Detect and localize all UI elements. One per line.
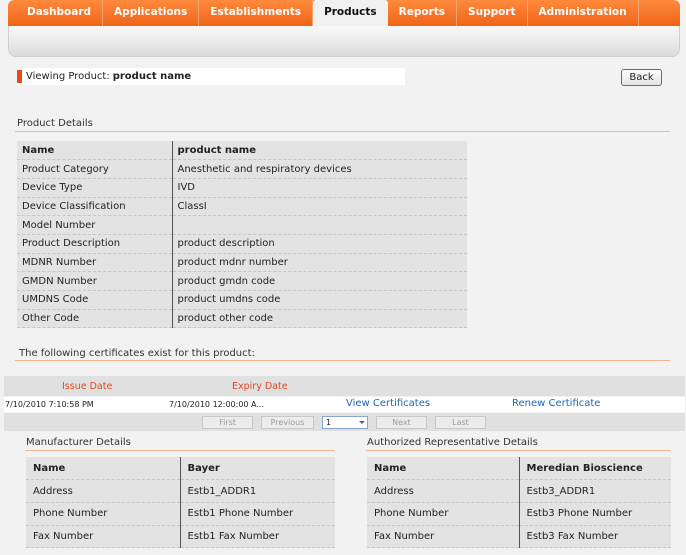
manufacturer-details-table: Name Bayer Address Estb1_ADDR1 Phone Number E…	[26, 457, 335, 549]
field-label: Name	[26, 457, 181, 481]
top-navigation: Dashboard Applications Establishments Pr…	[8, 0, 680, 60]
issue-date-cell: 7/10/2010 7:10:58 PM	[5, 400, 94, 409]
field-value: product name	[172, 141, 467, 161]
field-value: Estb1_ADDR1	[180, 479, 335, 503]
field-label: GMDN Number	[17, 271, 173, 291]
field-label: Phone Number	[367, 502, 520, 526]
column-header-expiry-date[interactable]: Expiry Date	[232, 381, 288, 392]
page-select[interactable]: 1	[322, 416, 368, 429]
tab-applications[interactable]: Applications	[103, 0, 200, 26]
table-row: Device Classification ClassI	[17, 197, 467, 217]
table-row: Product Category Anesthetic and respirato…	[17, 159, 467, 179]
field-label: Device Classification	[17, 197, 173, 217]
table-row: Model Number	[17, 215, 467, 235]
table-row: Other Code product other code	[17, 309, 467, 329]
back-button[interactable]: Back	[621, 69, 662, 86]
sub-navigation-bar	[8, 26, 680, 57]
tab-reports[interactable]: Reports	[388, 0, 458, 26]
field-label: Name	[367, 457, 520, 481]
viewing-product-name: product name	[112, 71, 192, 82]
field-label: UMDNS Code	[17, 290, 173, 310]
field-value: product umdns code	[172, 290, 467, 310]
table-row: Address Estb3_ADDR1	[367, 479, 671, 503]
table-row: Fax Number Estb1 Fax Number	[26, 525, 335, 549]
field-label: Device Type	[17, 178, 173, 198]
table-row: Name Bayer	[26, 457, 335, 481]
manufacturer-details-title: Manufacturer Details	[26, 437, 131, 448]
divider	[15, 131, 670, 132]
field-value: IVD	[172, 178, 467, 198]
field-label: Address	[26, 479, 181, 503]
previous-page-button[interactable]: Previous	[261, 416, 314, 429]
table-row: Name product name	[17, 141, 467, 161]
field-label: Model Number	[17, 215, 173, 235]
pagination-bar: First Previous 1 Next Last	[4, 413, 685, 431]
table-row: Phone Number Estb1 Phone Number	[26, 502, 335, 526]
field-value: Anesthetic and respiratory devices	[172, 159, 467, 179]
page-select-value: 1	[326, 418, 332, 427]
tab-dashboard[interactable]: Dashboard	[8, 0, 104, 26]
last-page-button[interactable]: Last	[435, 416, 486, 429]
field-label: Address	[367, 479, 520, 503]
field-value: Estb3 Fax Number	[519, 525, 671, 549]
field-value: Meredian Bioscience	[519, 457, 671, 481]
field-label: MDNR Number	[17, 253, 173, 273]
field-label: Fax Number	[26, 525, 181, 549]
field-value: product other code	[172, 309, 467, 329]
field-value: Estb3 Phone Number	[519, 502, 671, 526]
field-value: Estb1 Phone Number	[180, 502, 335, 526]
table-row: 7/10/2010 7:10:58 PM 7/10/2010 12:00:00 …	[4, 397, 685, 412]
tab-administration[interactable]: Administration	[528, 0, 639, 26]
viewing-label: Viewing Product:	[26, 71, 110, 82]
field-label: Name	[17, 141, 173, 161]
first-page-button[interactable]: First	[202, 416, 253, 429]
expiry-date-cell: 7/10/2010 12:00:00 A...	[169, 400, 264, 409]
divider	[15, 360, 670, 361]
renew-certificate-link[interactable]: Renew Certificate	[512, 398, 600, 409]
field-value: product mdnr number	[172, 253, 467, 273]
representative-details-table: Name Meredian Bioscience Address Estb3_ADDR…	[367, 457, 671, 549]
field-label: Other Code	[17, 309, 173, 329]
tab-products[interactable]: Products	[313, 0, 388, 26]
field-value: Bayer	[180, 457, 335, 481]
product-details-table: Name product name Product Category Anesthet…	[17, 141, 467, 329]
table-row: Phone Number Estb3 Phone Number	[367, 502, 671, 526]
divider	[366, 450, 671, 451]
field-value: Estb3_ADDR1	[519, 479, 671, 503]
certificates-table-header: Issue Date Expiry Date	[4, 376, 685, 396]
field-value: ClassI	[172, 197, 467, 217]
tab-establishments[interactable]: Establishments	[199, 0, 314, 26]
field-value: product gmdn code	[172, 271, 467, 291]
view-certificates-link[interactable]: View Certificates	[346, 398, 430, 409]
table-row: UMDNS Code product umdns code	[17, 290, 467, 310]
field-value	[172, 215, 467, 235]
viewing-product-header: Viewing Product: product name	[17, 68, 405, 85]
field-value: product description	[172, 234, 467, 254]
chevron-down-icon	[359, 421, 365, 424]
field-label: Fax Number	[367, 525, 520, 549]
table-row: Fax Number Estb3 Fax Number	[367, 525, 671, 549]
table-row: Name Meredian Bioscience	[367, 457, 671, 481]
certificates-title: The following certificates exist for thi…	[19, 348, 255, 359]
table-row: Address Estb1_ADDR1	[26, 479, 335, 503]
column-header-issue-date[interactable]: Issue Date	[62, 381, 112, 392]
tab-support[interactable]: Support	[457, 0, 528, 26]
product-details-title: Product Details	[17, 118, 93, 129]
table-row: GMDN Number product gmdn code	[17, 271, 467, 291]
table-row: Product Description product description	[17, 234, 467, 254]
field-label: Product Description	[17, 234, 173, 254]
divider	[25, 450, 335, 451]
field-label: Phone Number	[26, 502, 181, 526]
field-label: Product Category	[17, 159, 173, 179]
table-row: Device Type IVD	[17, 178, 467, 198]
table-row: MDNR Number product mdnr number	[17, 253, 467, 273]
section-marker-icon	[17, 70, 22, 83]
representative-details-title: Authorized Representative Details	[367, 437, 538, 448]
main-tab-bar: Dashboard Applications Establishments Pr…	[8, 0, 680, 26]
field-value: Estb1 Fax Number	[180, 525, 335, 549]
next-page-button[interactable]: Next	[376, 416, 427, 429]
